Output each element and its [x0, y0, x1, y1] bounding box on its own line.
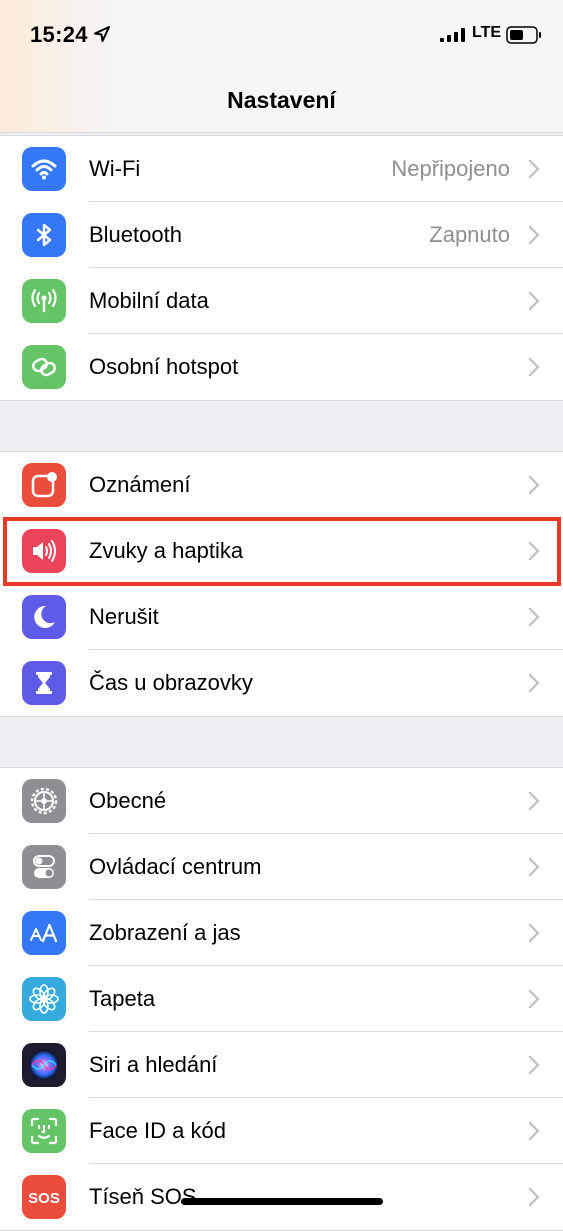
toggles-icon: [22, 845, 66, 889]
settings-row-label: Tíseň SOS: [89, 1184, 197, 1209]
settings-row-label: Osobní hotspot: [89, 354, 239, 379]
settings-row-bluetooth[interactable]: Bluetooth Zapnuto: [0, 202, 563, 268]
chevron-right-icon: [528, 159, 540, 179]
settings-row-label: Wi-Fi: [89, 156, 141, 181]
settings-group-connectivity: Wi-Fi Nepřipojeno Bluetooth Zapnuto Mobi…: [0, 135, 563, 401]
siri-icon: [22, 1043, 66, 1087]
settings-row-label: Face ID a kód: [89, 1118, 226, 1143]
chevron-right-icon: [528, 225, 540, 245]
settings-row-label: Obecné: [89, 788, 167, 813]
settings-row-label: Mobilní data: [89, 288, 209, 313]
settings-row-label: Zvuky a haptika: [89, 538, 244, 563]
settings-row-do-not-disturb[interactable]: Nerušit: [0, 584, 563, 650]
hourglass-icon: [22, 661, 66, 705]
settings-row-label: Čas u obrazovky: [89, 670, 253, 695]
settings-row-emergency-sos[interactable]: SOS Tíseň SOS: [0, 1164, 563, 1230]
settings-row-hotspot[interactable]: Osobní hotspot: [0, 334, 563, 400]
settings-row-label: Nerušit: [89, 604, 159, 629]
antenna-icon: [22, 279, 66, 323]
chevron-right-icon: [528, 475, 540, 495]
chevron-right-icon: [528, 923, 540, 943]
settings-row-label: Bluetooth: [89, 222, 182, 247]
navigation-bar: Nastavení: [0, 70, 563, 133]
settings-row-screen-time[interactable]: Čas u obrazovky: [0, 650, 563, 716]
settings-row-label: Zobrazení a jas: [89, 920, 241, 945]
text-size-icon: [22, 911, 66, 955]
gear-icon: [22, 779, 66, 823]
settings-group-notifications: Oznámení Zvuky a haptika Nerušit Čas u o…: [0, 451, 563, 717]
chevron-right-icon: [528, 1055, 540, 1075]
status-time: 15:24: [30, 22, 88, 47]
chevron-right-icon: [528, 989, 540, 1009]
chevron-right-icon: [528, 357, 540, 377]
chevron-right-icon: [528, 857, 540, 877]
location-arrow-icon: [94, 26, 110, 42]
flower-icon: [22, 977, 66, 1021]
chevron-right-icon: [528, 791, 540, 811]
sos-icon: SOS: [22, 1175, 66, 1219]
home-indicator[interactable]: [181, 1198, 383, 1205]
settings-row-wallpaper[interactable]: Tapeta: [0, 966, 563, 1032]
chevron-right-icon: [528, 607, 540, 627]
speaker-icon: [22, 529, 66, 573]
settings-row-wifi[interactable]: Wi-Fi Nepřipojeno: [0, 136, 563, 202]
cellular-signal-icon: [440, 28, 465, 42]
settings-row-control-center[interactable]: Ovládací centrum: [0, 834, 563, 900]
settings-row-label: Tapeta: [89, 986, 156, 1011]
chevron-right-icon: [528, 541, 540, 561]
face-id-icon: [22, 1109, 66, 1153]
settings-row-mobile-data[interactable]: Mobilní data: [0, 268, 563, 334]
chevron-right-icon: [528, 1187, 540, 1207]
settings-row-siri[interactable]: Siri a hledání: [0, 1032, 563, 1098]
settings-row-display[interactable]: Zobrazení a jas: [0, 900, 563, 966]
settings-row-label: Siri a hledání: [89, 1052, 218, 1077]
bluetooth-icon: [22, 213, 66, 257]
network-type: LTE: [472, 24, 502, 41]
settings-row-sounds[interactable]: Zvuky a haptika: [0, 518, 563, 584]
chevron-right-icon: [528, 291, 540, 311]
settings-row-label: Ovládací centrum: [89, 854, 262, 879]
sos-icon-text: SOS: [28, 1190, 60, 1207]
wifi-icon: [22, 147, 66, 191]
status-bar: 15:24 LTE: [0, 0, 563, 70]
settings-row-value: Zapnuto: [429, 222, 510, 247]
hotspot-icon: [22, 345, 66, 389]
battery-icon: [506, 26, 541, 44]
notifications-icon: [22, 463, 66, 507]
settings-row-general[interactable]: Obecné: [0, 768, 563, 834]
settings-row-face-id[interactable]: Face ID a kód: [0, 1098, 563, 1164]
page-title: Nastavení: [227, 87, 336, 113]
settings-row-notifications[interactable]: Oznámení: [0, 452, 563, 518]
moon-icon: [22, 595, 66, 639]
settings-row-value: Nepřipojeno: [391, 156, 510, 181]
settings-row-label: Oznámení: [89, 472, 191, 497]
chevron-right-icon: [528, 673, 540, 693]
settings-group-general: Obecné Ovládací centrum Zobrazení a jas: [0, 767, 563, 1231]
chevron-right-icon: [528, 1121, 540, 1141]
